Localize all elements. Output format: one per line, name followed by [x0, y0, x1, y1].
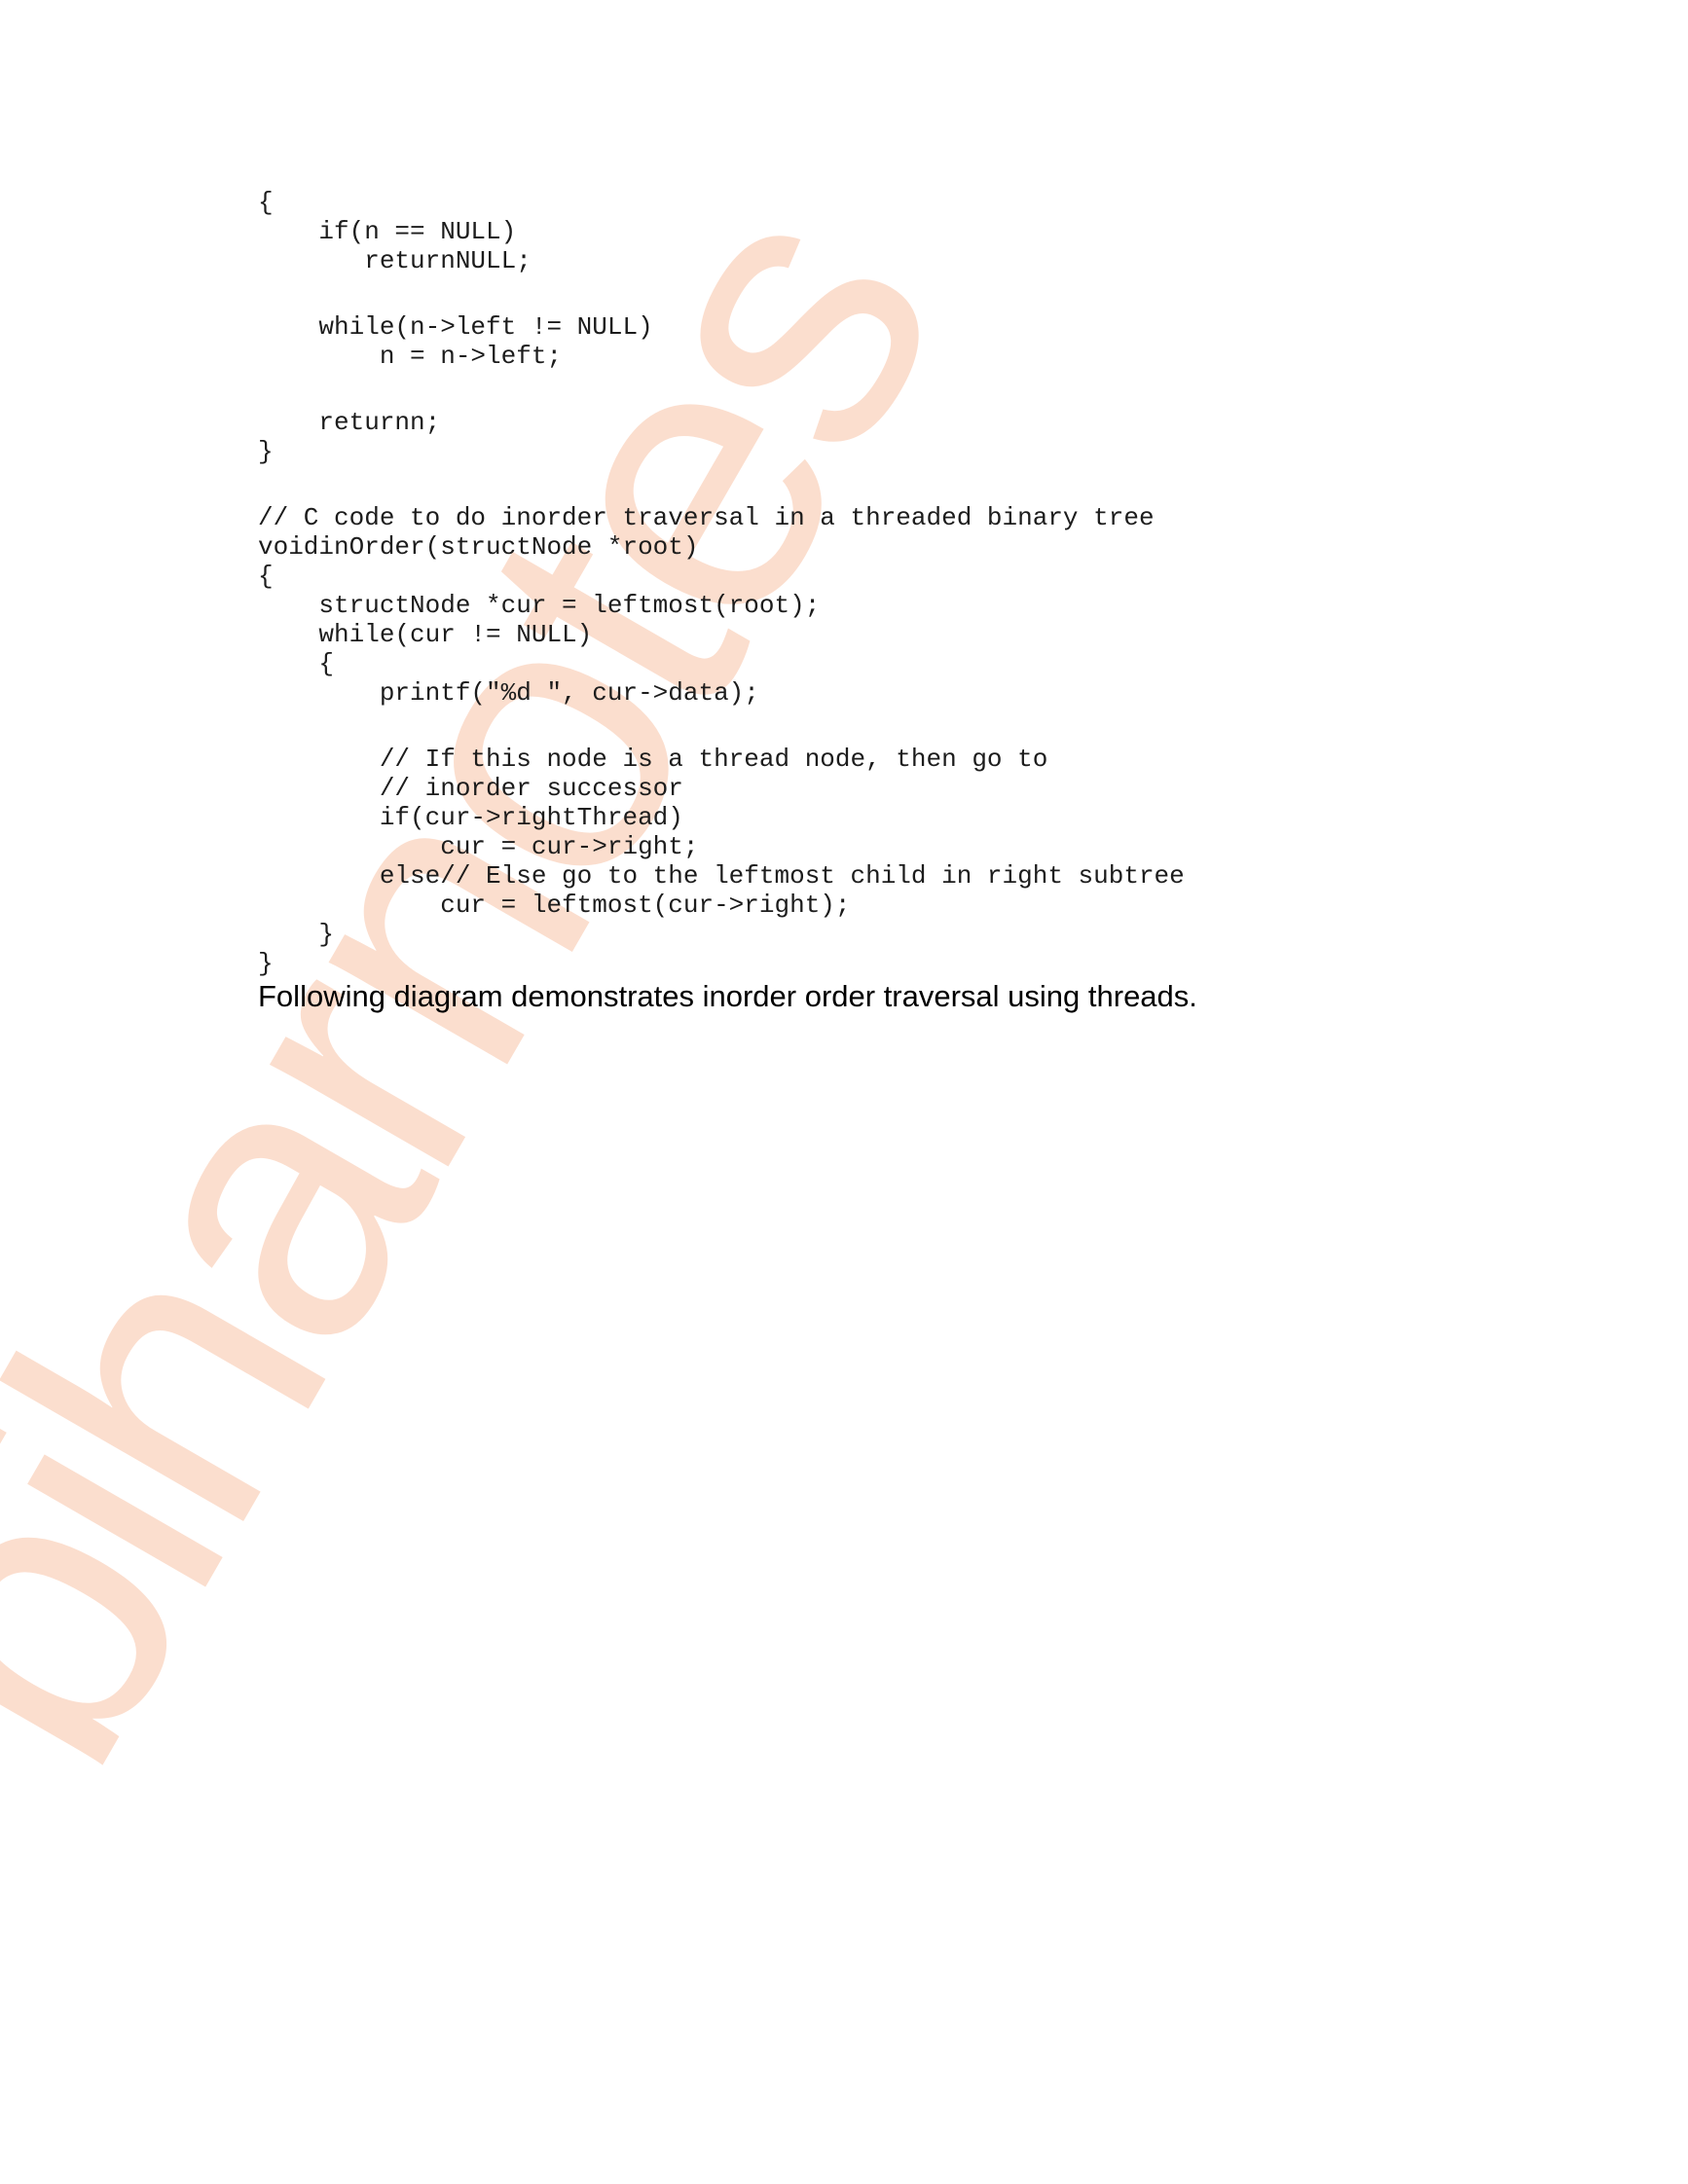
code-line: printf("%d ", cur->data);: [258, 678, 759, 708]
document-page: biharnotes { if(n == NULL) returnNULL; w…: [0, 0, 1688, 2184]
code-line: voidinOrder(structNode *root): [258, 532, 699, 562]
caption-text: Following diagram demonstrates inorder o…: [258, 979, 1197, 1013]
code-line: // inorder successor: [258, 774, 683, 803]
code-line: while(n->left != NULL): [258, 312, 653, 342]
code-line: {: [258, 649, 335, 678]
code-line: structNode *cur = leftmost(root);: [258, 591, 821, 620]
code-line: n = n->left;: [258, 342, 563, 371]
code-line: if(n == NULL): [258, 217, 517, 246]
code-line: }: [258, 920, 335, 949]
code-line: {: [258, 562, 274, 591]
code-line: returnNULL;: [258, 246, 532, 275]
code-line: else// Else go to the leftmost child in …: [258, 861, 1185, 891]
code-block: { if(n == NULL) returnNULL; while(n->lef…: [258, 188, 1185, 978]
code-line: }: [258, 949, 274, 978]
code-line: cur = cur->right;: [258, 832, 699, 861]
code-line: // C code to do inorder traversal in a t…: [258, 503, 1155, 532]
code-line: if(cur->rightThread): [258, 803, 683, 832]
code-line: while(cur != NULL): [258, 620, 593, 649]
code-line: // If this node is a thread node, then g…: [258, 745, 1048, 774]
code-line: returnn;: [258, 408, 441, 437]
code-line: {: [258, 188, 274, 217]
code-line: }: [258, 437, 274, 466]
code-line: cur = leftmost(cur->right);: [258, 891, 851, 920]
